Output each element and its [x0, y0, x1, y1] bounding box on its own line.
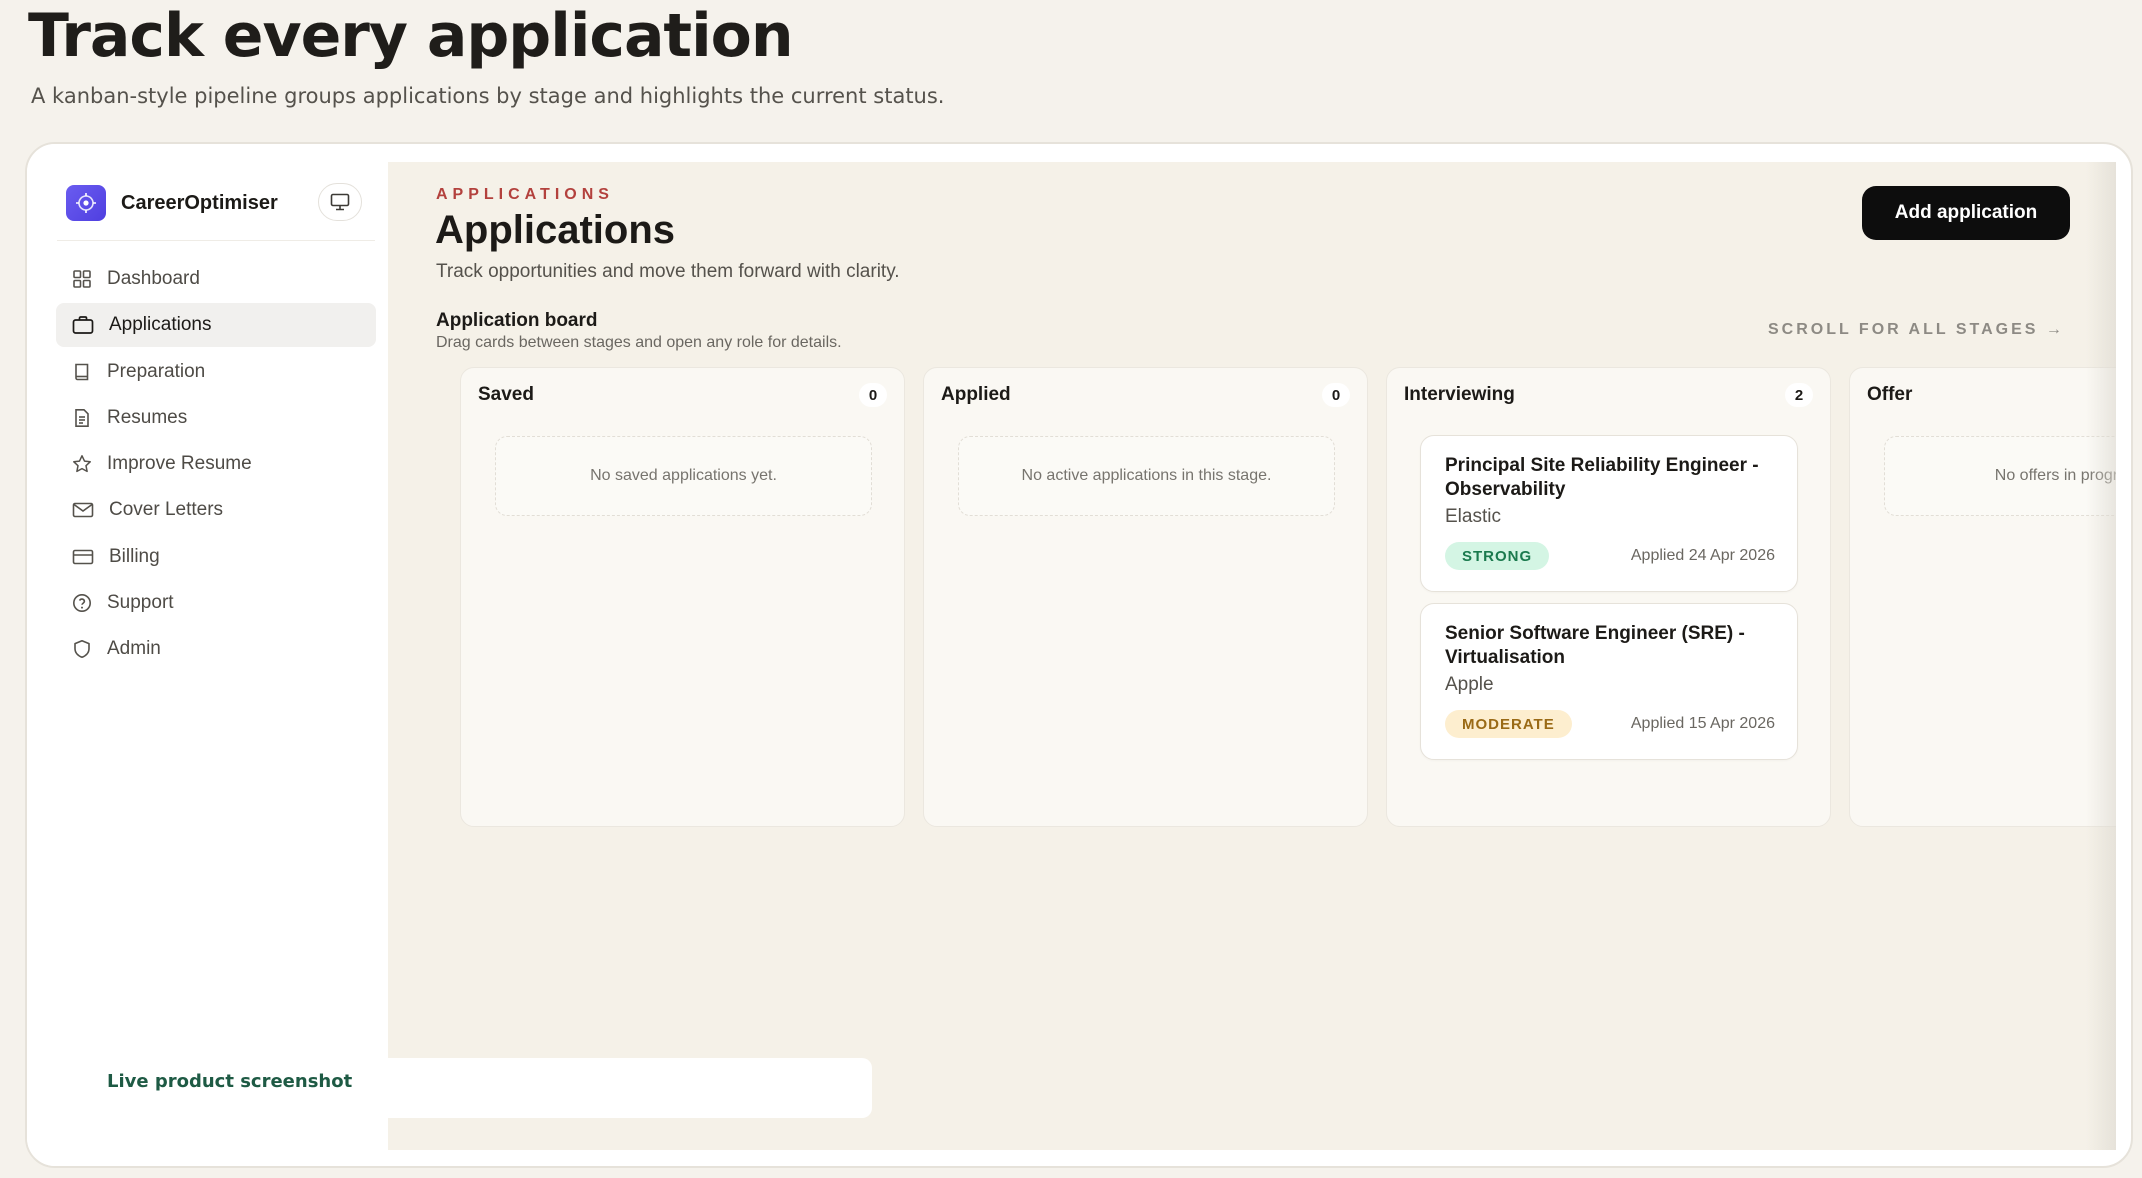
sidebar-item-label: Preparation — [107, 360, 206, 382]
column-interviewing: Interviewing 2 Principal Site Reliabilit… — [1386, 367, 1831, 827]
column-header: Interviewing 2 — [1404, 382, 1813, 408]
grid-icon — [73, 270, 91, 288]
sidebar-item-label: Support — [107, 592, 174, 614]
empty-state-text: No offers in progress — [1994, 467, 2116, 484]
app-frame: CareerOptimiser Dashboard Applications P… — [25, 142, 2133, 1168]
column-header: Applied 0 — [941, 382, 1350, 408]
column-title: Saved — [478, 384, 534, 405]
column-header: Offer — [1867, 382, 2116, 408]
page-eyebrow: APPLICATIONS — [436, 186, 614, 203]
sidebar-item-resumes[interactable]: Resumes — [56, 396, 376, 440]
sidebar-item-admin[interactable]: Admin — [56, 627, 376, 671]
empty-state: No offers in progress — [1884, 436, 2116, 516]
live-screenshot-label: Live product screenshot — [107, 1071, 353, 1092]
hero-title: Track every application — [28, 1, 794, 71]
sidebar: CareerOptimiser Dashboard Applications P… — [27, 144, 388, 1166]
card-company: Apple — [1445, 674, 1494, 695]
star-icon — [73, 455, 91, 473]
sidebar-item-label: Admin — [107, 638, 161, 660]
sidebar-item-label: Improve Resume — [107, 453, 252, 475]
empty-state: No saved applications yet. — [495, 436, 872, 516]
card-title: Principal Site Reliability Engineer - Ob… — [1445, 455, 1759, 500]
brand-name: CareerOptimiser — [121, 191, 278, 214]
main-content: APPLICATIONS Applications Track opportun… — [388, 162, 2116, 1150]
column-offer: Offer No offers in progress — [1849, 367, 2116, 827]
sidebar-item-preparation[interactable]: Preparation — [56, 350, 376, 394]
column-header: Saved 0 — [478, 382, 887, 408]
sidebar-item-billing[interactable]: Billing — [56, 535, 376, 579]
column-count: 0 — [1322, 383, 1350, 407]
page-title: Applications — [435, 208, 676, 252]
column-title: Offer — [1867, 384, 1913, 405]
column-title: Applied — [941, 384, 1011, 405]
sidebar-item-label: Resumes — [107, 406, 188, 428]
shield-icon — [74, 640, 90, 659]
brand[interactable]: CareerOptimiser — [66, 184, 278, 222]
sidebar-item-dashboard[interactable]: Dashboard — [56, 257, 376, 301]
sidebar-item-improve-resume[interactable]: Improve Resume — [56, 442, 376, 486]
board-subtitle: Drag cards between stages and open any r… — [436, 334, 842, 351]
briefcase-icon — [72, 316, 94, 335]
empty-state: No active applications in this stage. — [958, 436, 1335, 516]
column-applied: Applied 0 No active applications in this… — [923, 367, 1368, 827]
book-icon — [75, 363, 89, 380]
column-title: Interviewing — [1404, 384, 1515, 405]
hero-subtitle: A kanban-style pipeline groups applicati… — [31, 84, 945, 108]
sidebar-item-label: Billing — [109, 545, 160, 567]
sidebar-nav: Dashboard Applications Preparation Resum… — [56, 257, 376, 674]
monitor-icon — [330, 193, 350, 211]
sidebar-item-applications[interactable]: Applications — [56, 303, 376, 348]
document-icon — [75, 408, 89, 427]
scroll-hint[interactable]: SCROLL FOR ALL STAGES → — [1768, 321, 2065, 339]
board-title: Application board — [436, 310, 598, 331]
sidebar-item-cover-letters[interactable]: Cover Letters — [56, 488, 376, 532]
match-badge: STRONG — [1445, 542, 1550, 570]
sidebar-item-label: Applications — [109, 314, 212, 336]
divider — [57, 240, 375, 241]
page-subtitle: Track opportunities and move them forwar… — [436, 261, 900, 282]
sidebar-item-support[interactable]: Support — [56, 581, 376, 625]
card-title: Senior Software Engineer (SRE) - Virtual… — [1445, 623, 1745, 668]
mail-icon — [72, 503, 94, 518]
caption-strip — [388, 1058, 872, 1118]
column-count: 2 — [1785, 383, 1813, 407]
add-application-button[interactable]: Add application — [1862, 186, 2070, 240]
display-toggle-button[interactable] — [318, 183, 362, 221]
application-card[interactable]: Principal Site Reliability Engineer - Ob… — [1420, 435, 1798, 592]
card-company: Elastic — [1445, 506, 1501, 527]
match-badge: MODERATE — [1445, 710, 1572, 738]
application-card[interactable]: Senior Software Engineer (SRE) - Virtual… — [1420, 603, 1798, 760]
column-saved: Saved 0 No saved applications yet. — [460, 367, 905, 827]
sidebar-item-label: Dashboard — [107, 268, 200, 289]
sidebar-item-label: Cover Letters — [109, 499, 224, 521]
credit-card-icon — [72, 549, 94, 565]
applied-date: Applied 24 Apr 2026 — [1630, 547, 1775, 564]
applied-date: Applied 15 Apr 2026 — [1630, 715, 1775, 732]
column-count: 0 — [859, 383, 887, 407]
target-logo-icon — [66, 185, 106, 221]
help-circle-icon — [73, 594, 91, 613]
